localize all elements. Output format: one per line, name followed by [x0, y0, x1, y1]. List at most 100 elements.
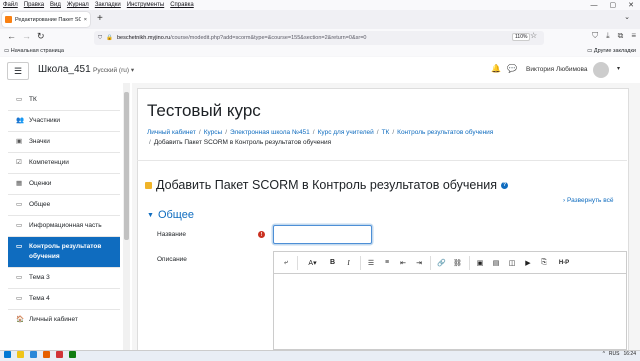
outdent-icon[interactable]: ⇤ — [395, 256, 411, 270]
copy-icon[interactable]: ⎘ — [536, 256, 552, 270]
chevron-up-icon[interactable]: ^ — [603, 351, 605, 357]
start-windows-icon[interactable] — [4, 351, 11, 358]
breadcrumb-link[interactable]: Контроль результатов обучения — [397, 129, 493, 136]
breadcrumb-link[interactable]: Курсы — [204, 129, 223, 136]
drawer-item-topic-3[interactable]: ▭Тема 3 — [8, 268, 120, 289]
forward-arrow-icon[interactable]: → — [22, 31, 31, 41]
reload-icon[interactable]: ↻ — [37, 31, 45, 42]
link-icon[interactable]: 🔗 — [434, 256, 450, 270]
back-arrow-icon[interactable]: ← — [7, 31, 16, 41]
bookmark-star-icon[interactable]: ☆ — [530, 31, 537, 40]
drawer-scrollbar-thumb[interactable] — [124, 92, 129, 240]
name-field[interactable] — [273, 225, 372, 244]
notifications-bell-icon[interactable]: 🔔 — [491, 64, 501, 73]
breadcrumb-link[interactable]: Электронная школа №451 — [230, 129, 310, 136]
help-question-icon[interactable]: ? — [501, 182, 508, 189]
menu-view[interactable]: Вид — [50, 2, 61, 8]
breadcrumb-link[interactable]: Курс для учителей — [318, 129, 374, 136]
os-taskbar — [0, 350, 640, 361]
drawer-item-topic-4[interactable]: ▭Тема 4 — [8, 289, 120, 310]
badge-icon: ▣ — [16, 137, 24, 147]
drawer-item-info-section[interactable]: ▭Информационная часть — [8, 216, 120, 237]
breadcrumb: Личный кабинет/Курсы/Электронная школа №… — [147, 128, 597, 148]
folder-icon: ▭ — [16, 294, 24, 304]
list-all-tabs-icon[interactable]: ⌄ — [624, 13, 630, 21]
drawer-item-grades[interactable]: ▦Оценки — [8, 174, 120, 195]
drawer-item-general[interactable]: ▭Общее — [8, 195, 120, 216]
user-menu-caret-icon[interactable]: ▾ — [617, 65, 620, 72]
window-controls: — ▢ ✕ — [591, 0, 640, 10]
collapse-toolbar-icon[interactable]: ⤶ — [278, 256, 294, 270]
system-tray: ^ RUS 16:24 — [603, 351, 636, 357]
drawer-item-competencies[interactable]: ☑Компетенции — [8, 153, 120, 174]
users-icon: 👥 — [16, 116, 24, 126]
indent-icon[interactable]: ⇥ — [411, 256, 427, 270]
avatar[interactable] — [593, 62, 609, 78]
menu-file[interactable]: Файл — [3, 2, 18, 8]
messages-chat-icon[interactable]: 💬 — [507, 64, 517, 73]
drawer-item-dashboard[interactable]: 🏠Личный кабинет — [8, 310, 120, 330]
clock[interactable]: 16:24 — [623, 351, 636, 357]
italic-icon[interactable]: I — [341, 256, 357, 270]
download-icon[interactable]: ⤓ — [606, 31, 610, 41]
language-indicator[interactable]: RUS — [609, 351, 620, 357]
unordered-list-icon[interactable]: ☰ — [363, 256, 379, 270]
table-icon: ▦ — [16, 179, 24, 189]
menu-tools[interactable]: Инструменты — [127, 2, 164, 8]
image-icon[interactable]: ▣ — [472, 256, 488, 270]
close-window-button[interactable]: ✕ — [628, 1, 634, 9]
drawer-item-badges[interactable]: ▣Значки — [8, 132, 120, 153]
app-icon[interactable] — [69, 351, 76, 358]
menu-bookmarks[interactable]: Закладки — [95, 2, 121, 8]
site-name[interactable]: Школа_451 — [38, 64, 91, 75]
language-menu[interactable]: Русский (ru) ▾ — [93, 66, 134, 74]
bookmark-other[interactable]: ▭ Другие закладки — [587, 48, 636, 54]
file-explorer-icon[interactable] — [17, 351, 24, 358]
browser-menu-bar: Файл Правка Вид Журнал Закладки Инструме… — [0, 0, 640, 10]
new-tab-button[interactable]: + — [97, 13, 103, 24]
user-name[interactable]: Виктория Любимова — [526, 66, 588, 73]
pocket-icon[interactable]: ⛉ — [592, 31, 598, 41]
drawer-item-learning-control[interactable]: ▭Контроль результатов обучения — [8, 237, 120, 268]
app-menu-icon[interactable]: ≡ — [631, 31, 636, 41]
paragraph-style-icon[interactable]: A▾ — [301, 256, 325, 270]
shield-icon: ⛉ — [98, 35, 102, 42]
breadcrumb-link[interactable]: Личный кабинет — [147, 129, 196, 136]
zoom-level[interactable]: 110% — [512, 33, 530, 41]
bookmark-home[interactable]: ▭ Начальная страница — [4, 48, 64, 54]
tab-strip — [0, 10, 640, 29]
firefox-icon[interactable] — [43, 351, 50, 358]
required-exclamation-icon: ! — [258, 231, 265, 238]
unlink-icon[interactable]: ⛓ — [450, 256, 466, 270]
url-domain: beschetnikh.myjino.ru — [117, 35, 170, 41]
bold-icon[interactable]: B — [325, 256, 341, 270]
moodle-favicon-icon — [5, 16, 12, 23]
drawer-item-tk[interactable]: ▭ТК — [8, 90, 120, 111]
h5p-icon[interactable]: H-P — [552, 256, 576, 270]
section-general-toggle[interactable]: ▼ Общее — [147, 209, 194, 221]
name-label: Название — [157, 231, 186, 238]
app-icon[interactable] — [56, 351, 63, 358]
tab-close-icon[interactable]: × — [84, 17, 87, 23]
record-video-icon[interactable]: ▶ — [520, 256, 536, 270]
menu-help[interactable]: Справка — [170, 2, 194, 8]
scorm-module-icon — [145, 182, 152, 189]
extensions-icon[interactable]: ⧉ — [618, 31, 624, 41]
minimize-button[interactable]: — — [591, 2, 598, 9]
taskbar-apps — [4, 351, 76, 358]
folder-icon: ▭ — [16, 273, 24, 283]
menu-edit[interactable]: Правка — [24, 2, 44, 8]
drawer-item-participants[interactable]: 👥Участники — [8, 111, 120, 132]
drawer-toggle-hamburger-icon[interactable]: ☰ — [7, 62, 29, 80]
edge-icon[interactable] — [30, 351, 37, 358]
toolbar-right: ⛉ ⤓ ⧉ ≡ — [592, 31, 636, 41]
folder-icon: ▭ — [16, 95, 24, 105]
ordered-list-icon[interactable]: ≡ — [379, 256, 395, 270]
maximize-button[interactable]: ▢ — [610, 1, 617, 9]
media-icon[interactable]: ▤ — [488, 256, 504, 270]
expand-all-link[interactable]: › Развернуть всё — [563, 197, 614, 204]
url-bar[interactable]: ⛉ 🔒 beschetnikh.myjino.ru/course/modedit… — [94, 31, 544, 45]
browser-tab-active[interactable]: Редактирование Пакет SCORM × — [2, 12, 90, 27]
file-manager-icon[interactable]: ◫ — [504, 256, 520, 270]
menu-history[interactable]: Журнал — [67, 2, 89, 8]
